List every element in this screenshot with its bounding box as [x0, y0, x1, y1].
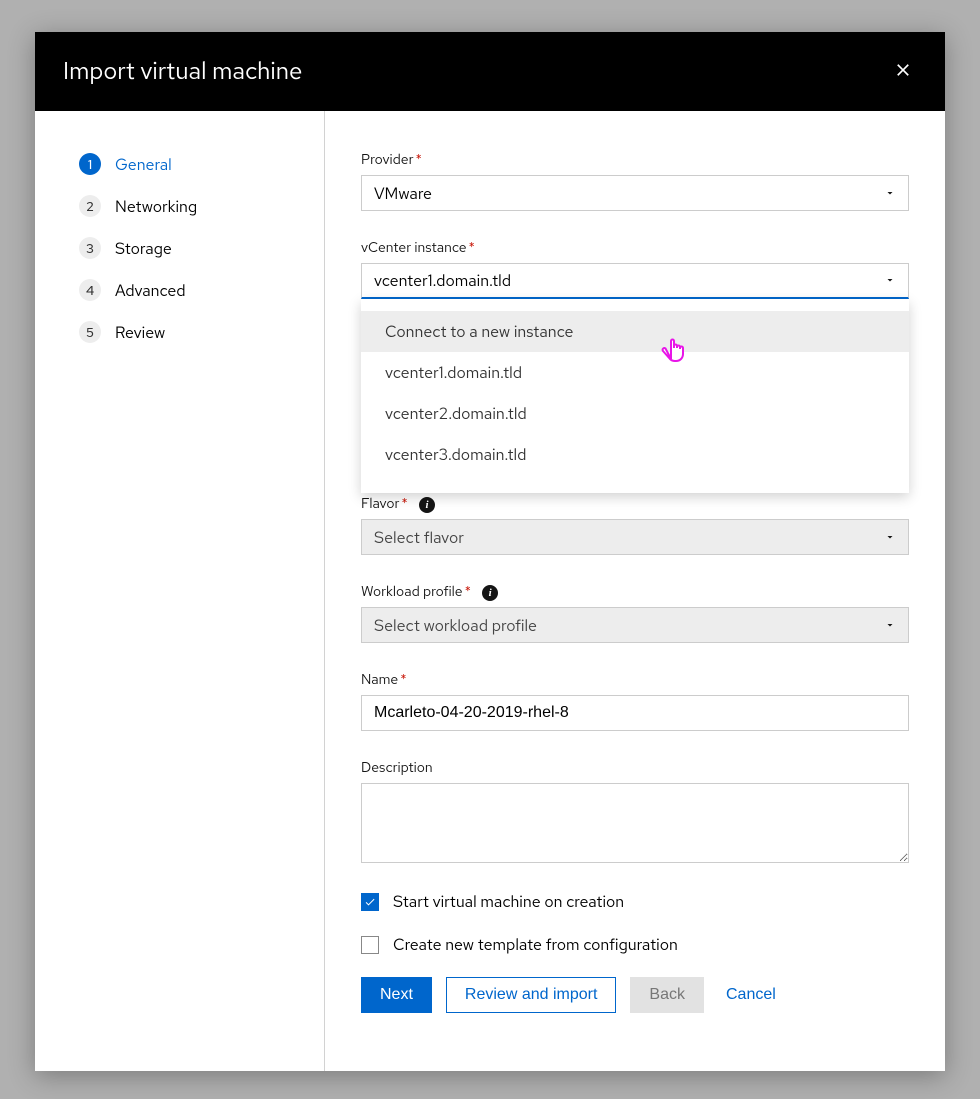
- workload-label: Workload profile* i: [361, 583, 909, 601]
- next-button[interactable]: Next: [361, 977, 432, 1013]
- caret-down-icon: [884, 270, 896, 291]
- step-number: 2: [79, 195, 101, 217]
- start-vm-label: Start virtual machine on creation: [393, 891, 624, 912]
- start-vm-checkbox-row[interactable]: Start virtual machine on creation: [361, 891, 909, 912]
- required-indicator: *: [465, 583, 471, 601]
- description-textarea[interactable]: [361, 783, 909, 863]
- vcenter-value: vcenter1.domain.tld: [374, 270, 511, 291]
- import-vm-modal: Import virtual machine 1 General 2 Netwo…: [35, 32, 945, 1071]
- review-and-import-button[interactable]: Review and import: [446, 977, 617, 1013]
- step-number: 1: [79, 153, 101, 175]
- step-label: Storage: [115, 238, 172, 259]
- step-label: Advanced: [115, 280, 186, 301]
- vcenter-label: vCenter instance*: [361, 239, 909, 257]
- name-label: Name*: [361, 671, 909, 689]
- required-indicator: *: [400, 671, 406, 689]
- description-label: Description: [361, 759, 909, 777]
- wizard-steps: 1 General 2 Networking 3 Storage 4 Advan…: [35, 111, 325, 1071]
- dropdown-item-vcenter2[interactable]: vcenter2.domain.tld: [361, 393, 909, 434]
- flavor-select[interactable]: Select flavor: [361, 519, 909, 555]
- step-label: General: [115, 154, 172, 175]
- checkbox-unchecked-icon[interactable]: [361, 936, 379, 954]
- create-template-label: Create new template from configuration: [393, 934, 678, 955]
- form-content: Provider* VMware vCenter instance* vcent…: [325, 111, 945, 1071]
- workload-select[interactable]: Select workload profile: [361, 607, 909, 643]
- step-label: Networking: [115, 196, 197, 217]
- step-advanced[interactable]: 4 Advanced: [79, 269, 324, 311]
- close-icon: [893, 68, 913, 83]
- vcenter-dropdown: Connect to a new instance vcenter1.domai…: [361, 299, 909, 493]
- workload-value: Select workload profile: [374, 615, 537, 636]
- caret-down-icon: [884, 183, 896, 204]
- info-icon[interactable]: i: [419, 497, 435, 513]
- caret-down-icon: [884, 615, 896, 636]
- step-review[interactable]: 5 Review: [79, 311, 324, 353]
- provider-value: VMware: [374, 183, 432, 204]
- name-input[interactable]: [361, 695, 909, 731]
- step-storage[interactable]: 3 Storage: [79, 227, 324, 269]
- modal-body: 1 General 2 Networking 3 Storage 4 Advan…: [35, 111, 945, 1071]
- flavor-label: Flavor* i: [361, 495, 909, 513]
- checkbox-checked-icon[interactable]: [361, 893, 379, 911]
- caret-down-icon: [884, 527, 896, 548]
- vcenter-select[interactable]: vcenter1.domain.tld: [361, 263, 909, 299]
- close-button[interactable]: [889, 56, 917, 87]
- modal-title: Import virtual machine: [63, 56, 302, 87]
- modal-header: Import virtual machine: [35, 32, 945, 111]
- step-number: 3: [79, 237, 101, 259]
- footer-buttons: Next Review and import Back Cancel: [361, 977, 909, 1013]
- dropdown-item-connect-new[interactable]: Connect to a new instance: [361, 311, 909, 352]
- cancel-button[interactable]: Cancel: [718, 977, 784, 1013]
- provider-label: Provider*: [361, 151, 909, 169]
- create-template-checkbox-row[interactable]: Create new template from configuration: [361, 934, 909, 955]
- step-number: 4: [79, 279, 101, 301]
- provider-select[interactable]: VMware: [361, 175, 909, 211]
- info-icon[interactable]: i: [482, 585, 498, 601]
- back-button: Back: [630, 977, 704, 1013]
- required-indicator: *: [401, 495, 407, 513]
- step-general[interactable]: 1 General: [79, 143, 324, 185]
- required-indicator: *: [416, 151, 422, 169]
- dropdown-item-vcenter3[interactable]: vcenter3.domain.tld: [361, 434, 909, 475]
- step-networking[interactable]: 2 Networking: [79, 185, 324, 227]
- required-indicator: *: [469, 239, 475, 257]
- dropdown-item-vcenter1[interactable]: vcenter1.domain.tld: [361, 352, 909, 393]
- step-number: 5: [79, 321, 101, 343]
- step-label: Review: [115, 322, 165, 343]
- flavor-value: Select flavor: [374, 527, 464, 548]
